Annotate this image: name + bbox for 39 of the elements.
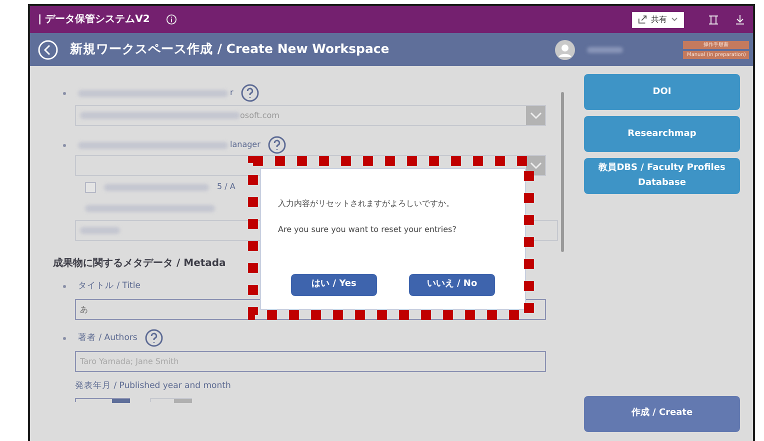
help-icon[interactable]	[241, 84, 260, 102]
checkbox[interactable]	[85, 182, 96, 192]
redacted-text	[80, 227, 120, 234]
scrollbar-thumb[interactable]	[560, 92, 564, 252]
operator-dropdown[interactable]: osoft.com	[75, 105, 546, 126]
dialog-message: 入力内容がリセットされますがよろしいですか。	[278, 198, 455, 210]
share-button[interactable]: 共有	[632, 12, 684, 28]
link-button[interactable]: DOI	[584, 74, 740, 110]
avatar-icon	[555, 40, 575, 60]
download-icon[interactable]	[735, 14, 745, 25]
redacted-name	[587, 46, 623, 52]
field-label: 著者 / Authors	[78, 332, 138, 344]
dialog-button[interactable]: いいえ / No	[409, 274, 495, 296]
back-icon[interactable]	[38, 40, 58, 60]
caret-icon	[671, 17, 678, 22]
page-title: 新規ワークスペース作成 / Create New Workspace	[70, 40, 390, 58]
required-bullet	[63, 284, 66, 288]
dialog-button[interactable]: はい / Yes	[291, 274, 377, 296]
required-bullet	[63, 336, 66, 340]
section-title: 成果物に関するメタデータ / Metada	[53, 256, 227, 271]
info-icon[interactable]	[166, 14, 177, 25]
fit-screen-icon[interactable]	[708, 14, 719, 24]
required-bullet	[63, 144, 66, 146]
dropdown-value: osoft.com	[240, 110, 280, 122]
checkbox-label: 5 / A	[217, 181, 236, 193]
help-icon[interactable]	[145, 329, 164, 347]
link-button[interactable]: Researchmap	[584, 116, 740, 152]
dialog-message: Are you sure you want to reset your entries?	[278, 224, 458, 236]
field-label: lanager	[230, 139, 260, 151]
link-button[interactable]: 教員DBS / Faculty Profiles Database	[584, 158, 740, 194]
field-label: 発表年月 / Published year and month	[75, 380, 232, 393]
field-label: r	[230, 87, 234, 99]
year-selector[interactable]	[75, 398, 130, 402]
create-button[interactable]: 作成 / Create	[584, 396, 740, 432]
required-bullet	[63, 92, 66, 94]
app-title: | データ保管システムV2	[38, 12, 150, 27]
field-label: タイトル / Title	[78, 280, 140, 292]
share-icon	[638, 15, 647, 24]
help-icon[interactable]	[268, 136, 286, 154]
